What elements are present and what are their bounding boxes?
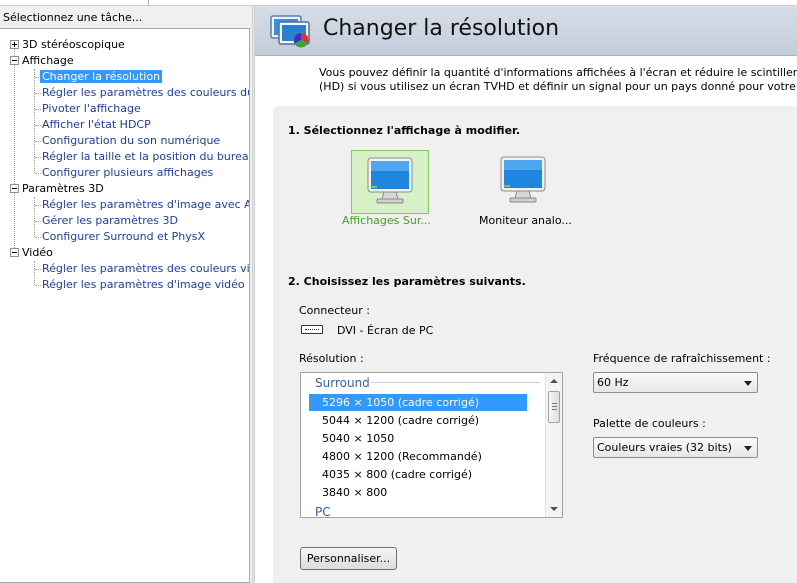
tree-cat-label: Vidéo [22,246,53,259]
list-group-pc: PC [315,505,331,518]
list-group-divider [371,382,540,383]
tree-guide-video [34,261,35,285]
color-palette-select[interactable]: Couleurs vraies (32 bits) [593,437,758,458]
tree-item-son-numerique[interactable]: Configuration du son numérique [42,133,220,149]
tree-item-couleurs-video[interactable]: Régler les paramètres des couleurs vidéo [42,261,250,277]
tree-item-changer-resolution[interactable]: Changer la résolution [40,69,163,85]
tree-item-label: Gérer les paramètres 3D [42,214,178,227]
dropdown-arrow-icon [744,446,752,451]
page-banner: Changer la résolution [255,6,797,56]
tree-item-hdcp[interactable]: Afficher l'état HDCP [42,117,151,133]
tree-connector [35,93,41,94]
tree-connector [35,269,41,270]
palette-label: Palette de couleurs : [593,417,706,430]
resolution-list[interactable]: Surround 5296 × 1050 (cadre corrigé) 504… [300,372,563,518]
tree-guide-root [14,46,15,254]
display-label-surround[interactable]: Affichages Sur... [342,214,431,227]
tree-connector [35,141,41,142]
task-tree[interactable]: 3D stéréoscopique Affichage Changer la r… [0,28,250,583]
tree-item-gerer-3d[interactable]: Gérer les paramètres 3D [42,213,178,229]
scroll-thumb[interactable] [548,391,560,423]
connector-label: Connecteur : [299,304,370,317]
resolution-list-scrollbar[interactable] [545,373,562,517]
tree-item-label: Configurer plusieurs affichages [42,166,214,179]
collapse-minus-icon[interactable] [10,55,19,65]
resolution-option[interactable]: 5044 × 1200 (cadre corrigé) [309,412,527,429]
customize-button[interactable]: Personnaliser... [300,547,397,570]
scroll-down-arrow-icon[interactable] [550,507,558,511]
tree-item-label: Changer la résolution [40,70,163,83]
section-choose-settings: 2. Choisissez les paramètres suivants. [288,275,526,288]
display-tile-analog[interactable] [485,150,563,214]
thumb-grip [552,403,557,404]
tree-connector [35,221,41,222]
tree-item-label: Afficher l'état HDCP [42,118,151,131]
refresh-rate-value: 60 Hz [597,376,629,389]
tree-item-image-apercu[interactable]: Régler les paramètres d'image avec Aperç… [42,197,249,213]
tree-item-label: Configuration du son numérique [42,134,221,147]
task-panel-header: Sélectionnez une tâche... [3,11,143,24]
intro-line-1: Vous pouvez définir la quantité d'inform… [319,66,797,79]
tree-item-couleurs-bureau[interactable]: Régler les paramètres des couleurs du bu… [42,85,249,101]
resolution-option[interactable]: 5040 × 1050 [309,430,527,447]
intro-line-2: (HD) si vous utilisez un écran TVHD et d… [319,80,797,93]
scroll-up-arrow-icon[interactable] [550,379,558,383]
monitor-icon [500,156,546,203]
tree-connector [35,157,41,158]
connector-value: DVI - Écran de PC [337,324,434,337]
dvi-connector-icon [301,325,323,334]
thumb-grip [552,409,557,410]
tree-item-taille-position[interactable]: Régler la taille et la position du burea… [42,149,250,165]
display-tile-surround[interactable] [351,150,429,214]
list-group-surround: Surround [315,376,370,390]
intro-text: Vous pouvez définir la quantité d'inform… [319,66,797,94]
tree-connector [35,285,41,286]
dropdown-arrow-icon [744,381,752,386]
refresh-label: Fréquence de rafraîchissement : [593,352,771,365]
tree-cat-label: Affichage [22,54,74,67]
tree-item-label: Configurer Surround et PhysX [42,230,206,243]
tree-cat-3d-stereo[interactable]: 3D stéréoscopique [0,37,125,53]
tree-item-image-video[interactable]: Régler les paramètres d'image vidéo [42,277,245,293]
display-label-analog[interactable]: Moniteur analo... [479,214,572,227]
tree-cat-parametres-3d[interactable]: Paramètres 3D [0,181,104,197]
thumb-grip [552,406,557,407]
tree-cat-video[interactable]: Vidéo [0,245,53,261]
tree-item-label: Régler les paramètres des couleurs du bu… [42,86,249,99]
section-select-display: 1. Sélectionnez l'affichage à modifier. [288,124,521,137]
tree-item-plusieurs-affichages[interactable]: Configurer plusieurs affichages [42,165,213,181]
settings-box: 1. Sélectionnez l'affichage à modifier. … [273,106,797,583]
tree-item-label: Régler les paramètres des couleurs vidéo [42,262,250,275]
tree-cat-affichage[interactable]: Affichage [0,53,74,69]
tree-item-label: Régler les paramètres d'image avec Aperç… [42,198,249,211]
content-panel: Changer la résolution Vous pouvez défini… [255,6,797,583]
tree-cat-label: Paramètres 3D [22,182,104,195]
tree-connector [35,109,41,110]
tree-connector [35,125,41,126]
page-title: Changer la résolution [323,16,560,41]
resolution-option[interactable]: 3840 × 800 [309,484,527,501]
tree-item-pivoter[interactable]: Pivoter l'affichage [42,101,141,117]
tree-item-label: Régler les paramètres d'image vidéo [42,278,245,291]
collapse-minus-icon[interactable] [10,183,19,193]
tree-connector [35,237,41,238]
expand-plus-icon[interactable] [10,39,19,49]
refresh-rate-select[interactable]: 60 Hz [593,372,758,393]
tree-connector [35,173,41,174]
display-settings-icon [270,15,310,48]
tree-item-label: Régler la taille et la position du burea… [42,150,250,163]
task-panel: Sélectionnez une tâche... 3D stéréoscopi… [0,6,252,583]
tree-item-label: Pivoter l'affichage [42,102,141,115]
tree-connector [35,205,41,206]
monitor-icon [367,157,413,204]
tree-item-surround-physx[interactable]: Configurer Surround et PhysX [42,229,205,245]
color-palette-value: Couleurs vraies (32 bits) [597,441,732,454]
resolution-option[interactable]: 5296 × 1050 (cadre corrigé) [309,394,527,411]
tree-cat-label: 3D stéréoscopique [22,38,125,51]
tree-guide-3d [34,197,35,237]
collapse-minus-icon[interactable] [10,247,19,257]
resolution-label: Résolution : [299,352,364,365]
resolution-option[interactable]: 4800 × 1200 (Recommandé) [309,448,527,465]
resolution-option[interactable]: 4035 × 800 (cadre corrigé) [309,466,527,483]
